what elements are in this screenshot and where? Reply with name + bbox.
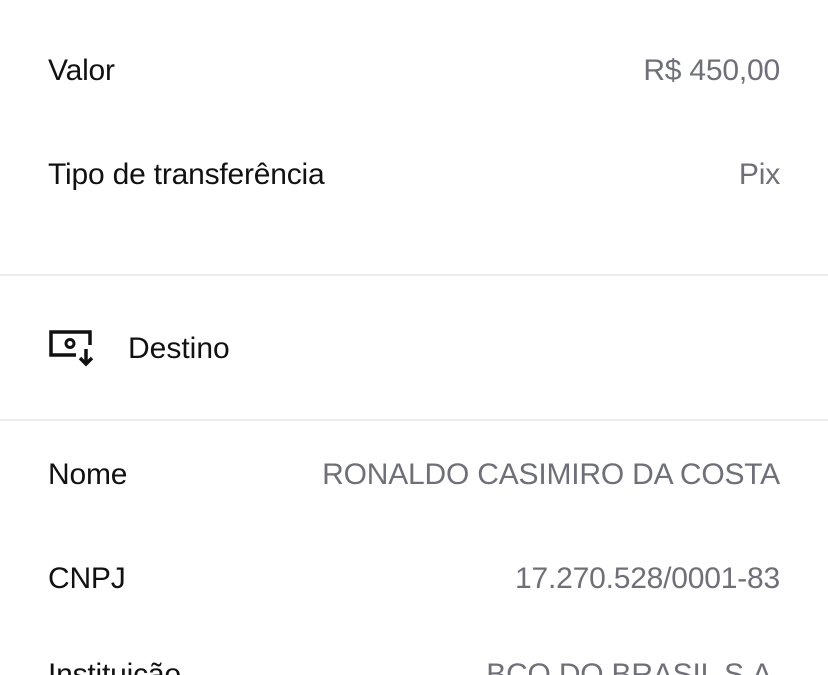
section-divider: [0, 274, 828, 276]
detail-row-cnpj: CNPJ 17.270.528/0001-83: [48, 559, 780, 599]
destination-section-header: Destino: [48, 326, 230, 372]
section-title: Destino: [128, 332, 230, 365]
detail-label: Tipo de transferência: [48, 158, 325, 191]
detail-row-transfer-type: Tipo de transferência Pix: [48, 155, 780, 195]
detail-row-valor: Valor R$ 450,00: [48, 51, 780, 91]
detail-row-institution: Instituição BCO DO BRASIL S.A.: [48, 655, 780, 675]
detail-label: Nome: [48, 458, 128, 491]
receive-money-icon: [48, 329, 96, 369]
detail-value: R$ 450,00: [643, 54, 780, 87]
detail-label: Valor: [48, 54, 115, 87]
section-divider: [0, 419, 828, 421]
detail-label: Instituição: [48, 658, 181, 675]
detail-row-name: Nome RONALDO CASIMIRO DA COSTA: [48, 455, 780, 495]
detail-value: Pix: [738, 158, 780, 191]
detail-label: CNPJ: [48, 562, 126, 595]
detail-value: 17.270.528/0001-83: [515, 562, 780, 595]
transfer-receipt-screen: Valor R$ 450,00 Tipo de transferência Pi…: [0, 0, 828, 675]
detail-value: RONALDO CASIMIRO DA COSTA: [322, 458, 780, 491]
detail-value: BCO DO BRASIL S.A.: [486, 658, 780, 675]
